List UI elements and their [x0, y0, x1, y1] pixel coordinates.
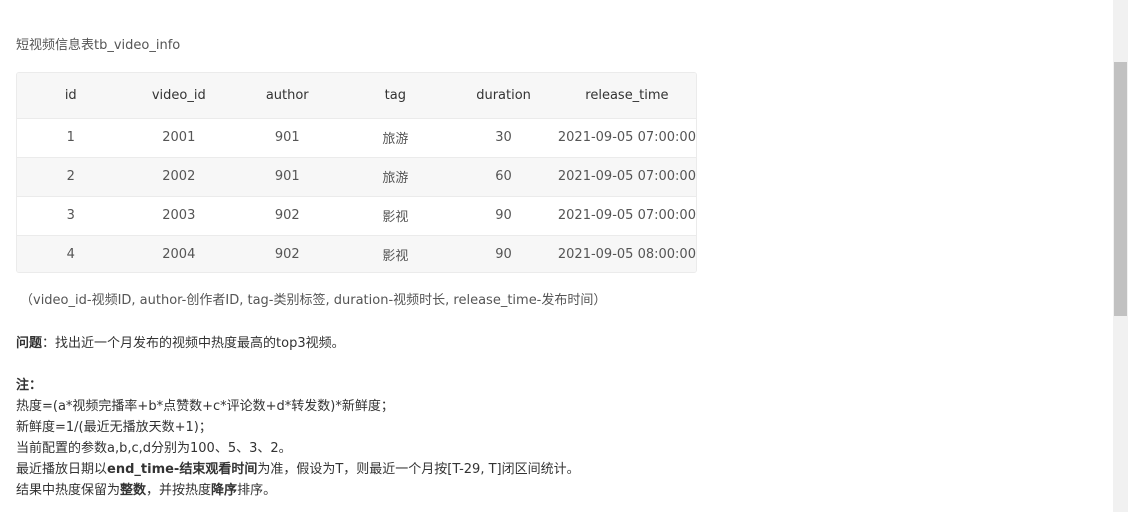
video-info-table-container: id video_id author tag duration release_… — [16, 72, 697, 273]
note-colon: ： — [29, 378, 43, 393]
cell-release-time: 2021-09-05 07:00:00 — [557, 130, 696, 145]
note-line5-part-c: ，并按热度 — [146, 483, 212, 498]
cell-id: 1 — [66, 130, 75, 145]
cell-author: 901 — [274, 130, 300, 145]
note-line5-part-e: 排序。 — [237, 483, 277, 498]
cell-id: 2 — [66, 169, 75, 184]
cell-release-time: 2021-09-05 08:00:00 — [557, 247, 696, 263]
table-row: 1 2001 901 旅游 30 2021-09-05 07:00:00 — [17, 118, 696, 157]
cell-duration: 60 — [495, 169, 512, 184]
page: 短视频信息表tb_video_info id video_id author t… — [0, 0, 1128, 512]
table-title: 短视频信息表tb_video_info — [16, 38, 181, 53]
cell-author: 902 — [274, 247, 300, 263]
cell-duration: 30 — [495, 130, 512, 145]
note-line-params: 当前配置的参数a,b,c,d分别为100、5、3、2。 — [16, 441, 292, 456]
cell-tag: 影视 — [382, 249, 409, 265]
note-line-recent-date: 最近播放日期以end_time-结束观看时间为准，假设为T，则最近一个月按[T-… — [16, 461, 580, 479]
note-line-freshness: 新鲜度=1/(最近无播放天数+1)； — [16, 420, 212, 435]
cell-tag: 旅游 — [382, 171, 409, 186]
cell-video-id: 2001 — [162, 130, 196, 145]
column-header-tag: tag — [341, 73, 450, 119]
note-line4-part-c: 为准，假设为T，则最近一个月按[T-29, T]闭区间统计。 — [257, 462, 580, 477]
note-label: 注 — [16, 378, 30, 393]
column-header-release-time: release_time — [557, 73, 696, 119]
note-line5-descending: 降序 — [211, 483, 238, 498]
cell-tag: 影视 — [382, 210, 409, 225]
cell-video-id: 2004 — [162, 247, 196, 263]
column-header-video-id: video_id — [124, 73, 234, 119]
cell-duration: 90 — [495, 208, 512, 223]
cell-tag: 旅游 — [382, 132, 409, 147]
note-line-result-format: 结果中热度保留为整数，并按热度降序排序。 — [16, 482, 276, 500]
note-heading: 注： — [16, 377, 42, 395]
note-line5-integer: 整数 — [120, 483, 147, 498]
question-text: ：找出近一个月发布的视频中热度最高的top3视频。 — [42, 336, 345, 351]
column-header-duration: duration — [449, 73, 558, 119]
scrollbar-thumb[interactable] — [1114, 62, 1127, 316]
cell-author: 902 — [274, 208, 300, 223]
note-line5-part-a: 结果中热度保留为 — [16, 483, 121, 498]
table-row: 3 2003 902 影视 90 2021-09-05 07:00:00 — [17, 196, 696, 235]
cell-id: 4 — [66, 247, 75, 263]
note-line-heat-formula: 热度=(a*视频完播率+b*点赞数+c*评论数+d*转发数)*新鲜度； — [16, 399, 394, 414]
cell-release-time: 2021-09-05 07:00:00 — [557, 169, 696, 184]
video-info-table: id video_id author tag duration release_… — [17, 73, 696, 272]
question-label: 问题 — [16, 336, 43, 351]
table-header-row: id video_id author tag duration release_… — [17, 73, 696, 119]
cell-id: 3 — [66, 208, 75, 223]
question-line: 问题：找出近一个月发布的视频中热度最高的top3视频。 — [16, 335, 345, 353]
note-line4-part-a: 最近播放日期以 — [16, 462, 108, 477]
table-row: 2 2002 901 旅游 60 2021-09-05 07:00:00 — [17, 157, 696, 196]
column-legend: （video_id-视频ID, author-创作者ID, tag-类别标签, … — [20, 293, 607, 308]
cell-release-time: 2021-09-05 07:00:00 — [557, 208, 696, 223]
column-header-id: id — [17, 73, 125, 119]
cell-video-id: 2003 — [162, 208, 196, 223]
cell-author: 901 — [274, 169, 300, 184]
cell-video-id: 2002 — [162, 169, 196, 184]
column-header-author: author — [233, 73, 342, 119]
note-line4-emphasis: end_time-结束观看时间 — [107, 462, 258, 477]
vertical-scrollbar[interactable] — [1113, 0, 1128, 512]
table-row: 4 2004 902 影视 90 2021-09-05 08:00:00 — [17, 235, 696, 272]
cell-duration: 90 — [495, 247, 512, 263]
